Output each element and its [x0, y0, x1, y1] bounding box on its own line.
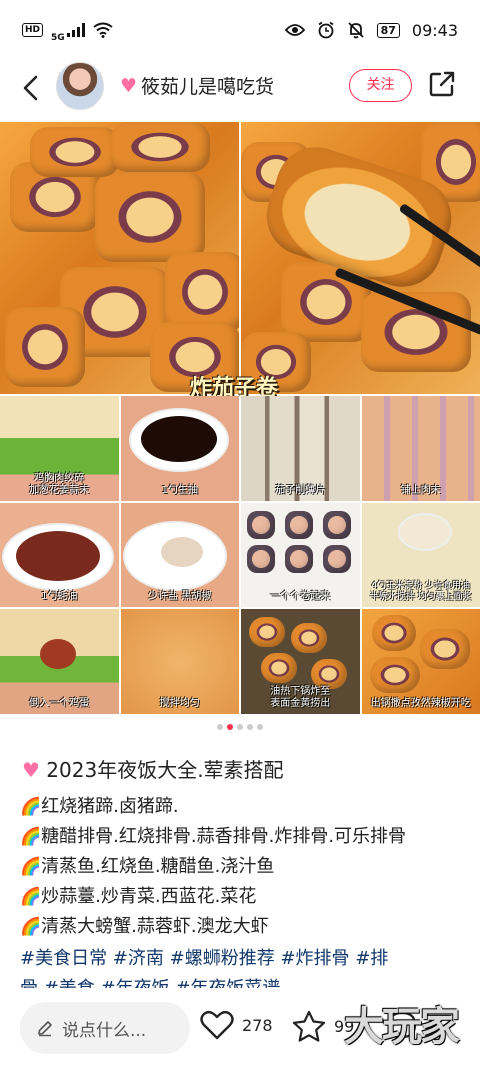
page-dot	[237, 724, 243, 730]
status-left: HD 5G	[22, 17, 113, 43]
step-cell: 少许盐 黑胡椒	[120, 502, 239, 608]
mute-bell-icon	[347, 22, 364, 39]
step-cell: 一个个卷起来	[241, 502, 360, 608]
post-line-text: 清蒸鱼.红烧鱼.糖醋鱼.浇汁鱼	[41, 856, 275, 877]
follow-button[interactable]: 关注	[349, 69, 412, 102]
author-name-row[interactable]: ♥ 筱茹儿是噶吃货	[120, 72, 274, 99]
step-cell: 1勺生抽	[120, 396, 239, 501]
back-icon[interactable]	[14, 70, 50, 106]
page-dot	[217, 724, 223, 730]
top-photos	[0, 122, 480, 394]
rainbow-icon: 🌈	[20, 827, 42, 847]
watermark: 大玩家	[344, 1004, 460, 1050]
post-line-text: 清蒸大螃蟹.蒜蓉虾.澳龙大虾	[41, 916, 269, 937]
step-caption: 出锅撒点孜然辣椒开吃	[370, 697, 471, 709]
share-icon[interactable]	[428, 70, 456, 98]
recipe-steps-grid: 鸡胸肉绞碎 加葱花姜蒜末 1勺生抽 茄子削薄片 铺上肉末 1勺蚝油 少许盐 黑胡…	[0, 396, 480, 714]
step-cell: 1勺蚝油	[0, 502, 119, 608]
rainbow-icon: 🌈	[20, 887, 42, 907]
step-cell: 出锅撒点孜然辣椒开吃	[361, 609, 480, 714]
post-title: ♥ 2023年夜饭大全.荤素搭配	[22, 754, 284, 783]
step-caption: 少许盐 黑胡椒	[148, 591, 212, 603]
comment-input[interactable]: 说点什么...	[20, 1002, 190, 1054]
eggplant-rolls-photo-left	[0, 122, 239, 394]
pink-heart-icon: ♥	[120, 74, 138, 97]
page-dot	[257, 724, 263, 730]
step-caption: 鸡胸肉绞碎 加葱花姜蒜末	[29, 472, 90, 496]
step-cell: 搅拌均匀	[120, 609, 239, 714]
signal-icon	[66, 23, 85, 37]
pink-heart-icon: ♥	[22, 758, 40, 782]
author-name: 筱茹儿是噶吃货	[141, 76, 275, 98]
post-line: 🌈糖醋排骨.红烧排骨.蒜香排骨.炸排骨.可乐排骨	[20, 822, 406, 848]
status-bar: HD 5G 87 09:43	[0, 0, 480, 60]
post-line: 🌈清蒸鱼.红烧鱼.糖醋鱼.浇汁鱼	[20, 852, 274, 878]
step-caption: 倒入一个鸡蛋	[29, 697, 90, 709]
post-line-text: 糖醋排骨.红烧排骨.蒜香排骨.炸排骨.可乐排骨	[41, 826, 407, 847]
page-dot	[247, 724, 253, 730]
pencil-icon	[38, 1021, 52, 1037]
step-caption: 1勺生抽	[161, 484, 198, 496]
clock: 09:43	[411, 20, 458, 40]
eye-icon	[284, 24, 305, 36]
step-caption: 一个个卷起来	[270, 591, 331, 603]
post-header: ♥ 筱茹儿是噶吃货 关注	[0, 60, 480, 118]
like-button[interactable]: 278	[200, 1010, 273, 1040]
step-caption: 4勺玉米淀粉 少许食用油 半碗水搅拌 均匀裹上面浆	[369, 581, 472, 603]
rainbow-icon: 🌈	[20, 857, 42, 877]
alarm-icon	[318, 21, 334, 39]
carousel-page-indicator	[0, 724, 480, 730]
step-cell: 倒入一个鸡蛋	[0, 609, 119, 714]
step-cell: 鸡胸肉绞碎 加葱花姜蒜末	[0, 396, 119, 501]
step-cell: 4勺玉米淀粉 少许食用油 半碗水搅拌 均匀裹上面浆	[361, 502, 480, 608]
post-title-text: 2023年夜饭大全.荤素搭配	[46, 758, 284, 782]
like-count: 278	[242, 1015, 273, 1035]
post-image-carousel[interactable]: 炸茄子卷 鸡胸肉绞碎 加葱花姜蒜末 1勺生抽 茄子削薄片 铺上肉末 1勺蚝油 少…	[0, 122, 480, 714]
step-cell: 茄子削薄片	[241, 396, 360, 501]
step-caption: 油热下锅炸至 表面金黄捞出	[270, 685, 331, 709]
hd-badge: HD	[22, 23, 44, 37]
step-caption: 1勺蚝油	[41, 591, 78, 603]
step-caption: 茄子削薄片	[275, 484, 326, 496]
post-line-text: 红烧猪蹄.卤猪蹄.	[41, 796, 179, 817]
step-caption: 铺上肉末	[400, 484, 441, 496]
rainbow-icon: 🌈	[20, 917, 42, 937]
wifi-icon	[93, 22, 113, 38]
step-cell: 油热下锅炸至 表面金黄捞出	[241, 609, 360, 714]
rainbow-icon: 🌈	[20, 797, 42, 817]
heart-icon	[200, 1010, 234, 1040]
star-icon	[292, 1010, 326, 1042]
page-dot-active	[227, 724, 233, 730]
status-right: 87 09:43	[284, 20, 458, 40]
eggplant-rolls-photo-right	[241, 122, 480, 394]
comment-placeholder: 说点什么...	[62, 1020, 147, 1041]
step-cell: 铺上肉末	[361, 396, 480, 501]
post-line: 🌈红烧猪蹄.卤猪蹄.	[20, 792, 179, 818]
post-line: 🌈清蒸大螃蟹.蒜蓉虾.澳龙大虾	[20, 912, 269, 938]
step-caption: 搅拌均匀	[159, 697, 200, 709]
hashtags-line-1[interactable]: #美食日常 #济南 #螺蛳粉推荐 #炸排骨 #排	[20, 944, 460, 974]
network-label: 5G	[51, 33, 65, 43]
post-line-text: 炒蒜薹.炒青菜.西蓝花.菜花	[41, 886, 257, 907]
author-avatar[interactable]	[56, 62, 104, 110]
battery-indicator: 87	[376, 22, 400, 38]
post-line: 🌈炒蒜薹.炒青菜.西蓝花.菜花	[20, 882, 256, 908]
